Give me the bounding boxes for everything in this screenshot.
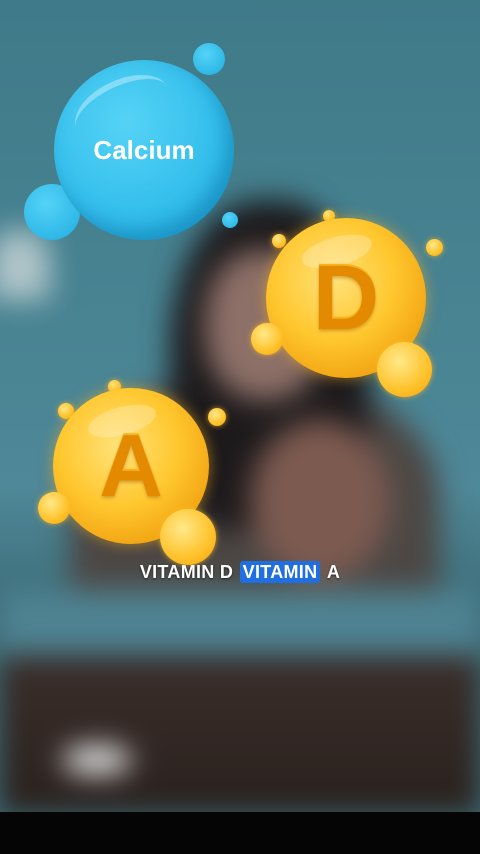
bottom-bar	[0, 812, 480, 854]
small-bubble-top	[193, 43, 225, 75]
tiny-bubble	[222, 212, 238, 228]
desk	[0, 655, 480, 812]
sparkle-large	[160, 509, 216, 565]
caption-word: A	[326, 562, 341, 582]
vitamin-d-letter: D	[312, 246, 380, 349]
sparkle-large	[377, 342, 432, 397]
cup	[62, 745, 132, 775]
calcium-label: Calcium	[93, 134, 195, 165]
caption-word: VITAMIN D	[139, 562, 234, 582]
calcium-bubble: Calcium	[54, 60, 234, 240]
video-frame: Calcium D A VITAMIN D VITAMIN A	[0, 0, 480, 812]
subtitle-caption: VITAMIN D VITAMIN A	[0, 561, 480, 583]
sparkle	[208, 408, 226, 426]
sparkle	[251, 323, 283, 355]
wall-panel	[0, 590, 480, 660]
sparkle	[426, 239, 443, 256]
sparkle	[38, 492, 70, 524]
caption-word-highlighted: VITAMIN	[239, 561, 321, 583]
lamp	[0, 230, 50, 300]
person-hands	[250, 420, 390, 580]
vitamin-a-letter: A	[99, 416, 163, 515]
